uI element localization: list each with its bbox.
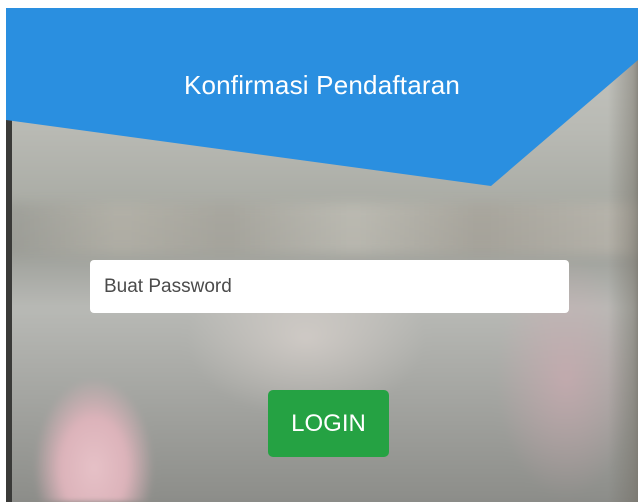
login-button[interactable]: LOGIN xyxy=(268,390,389,457)
login-page: Konfirmasi Pendaftaran LOGIN xyxy=(6,8,638,502)
header-banner: Konfirmasi Pendaftaran xyxy=(6,8,638,208)
page-title: Konfirmasi Pendaftaran xyxy=(183,70,461,100)
background-shelf xyxy=(6,203,638,255)
password-input[interactable] xyxy=(90,260,569,313)
header-banner-shape xyxy=(6,8,638,186)
